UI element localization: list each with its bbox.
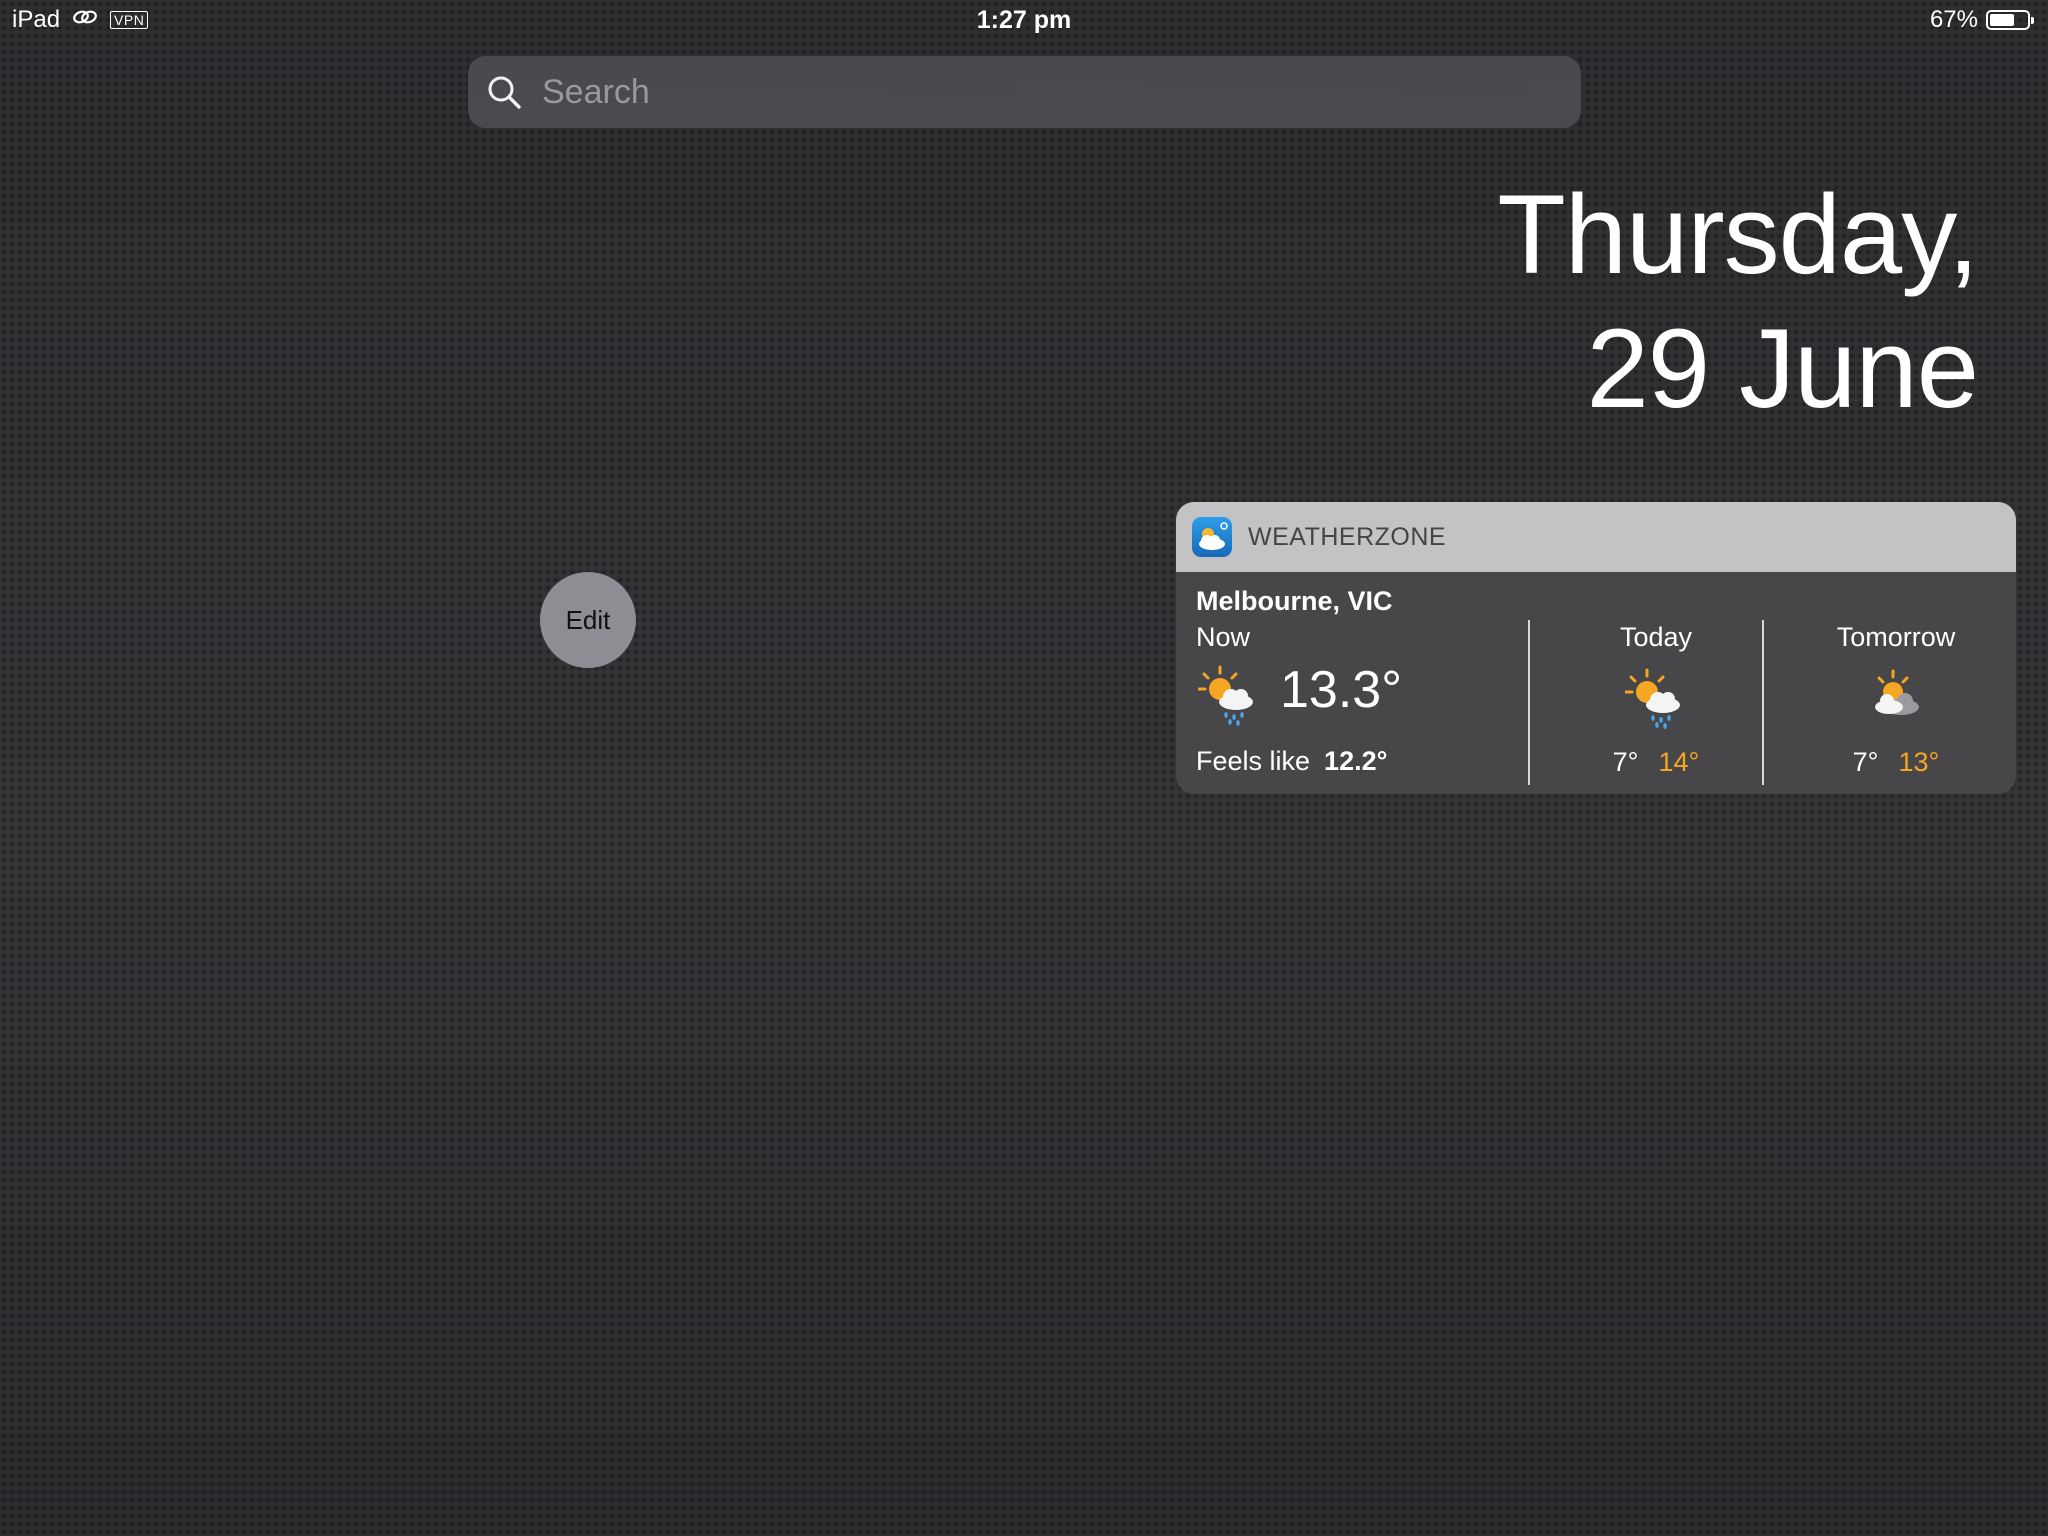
battery-percent: 67% bbox=[1929, 6, 1978, 33]
forecast-tomorrow: Tomorrow 7° 13° bbox=[1816, 622, 1976, 778]
forecast-today: Today 7° 14° bbox=[1586, 622, 1726, 778]
feels-like: Feels like 12.2° bbox=[1196, 746, 1387, 777]
forecast-max-temp: 14° bbox=[1658, 747, 1700, 777]
weatherzone-app-icon bbox=[1192, 517, 1232, 557]
date-heading: Thursday, 29 June bbox=[1497, 168, 1979, 436]
edit-button[interactable]: Edit bbox=[540, 572, 636, 668]
search-input[interactable]: Search bbox=[542, 73, 650, 112]
status-right: 67% bbox=[1929, 6, 2034, 34]
status-bar: iPad VPN 1:27 pm 67% bbox=[0, 0, 2048, 40]
widget-body[interactable]: Melbourne, VIC Now 13.3° Feels like 12.2… bbox=[1176, 572, 2016, 794]
column-divider bbox=[1528, 620, 1530, 785]
date-weekday: Thursday, bbox=[1497, 172, 1979, 297]
current-temperature: 13.3° bbox=[1280, 661, 1403, 719]
column-divider bbox=[1762, 620, 1764, 785]
forecast-temps: 7° 13° bbox=[1816, 747, 1976, 778]
weatherzone-widget[interactable]: WEATHERZONE Melbourne, VIC Now 13.3° Fee… bbox=[1176, 502, 2016, 794]
feels-like-value: 12.2° bbox=[1324, 746, 1388, 776]
sun-cloud-rain-icon bbox=[1197, 664, 1260, 726]
battery-icon bbox=[1986, 10, 2034, 30]
feels-like-label: Feels like bbox=[1196, 746, 1311, 776]
forecast-day-label: Today bbox=[1619, 622, 1693, 652]
forecast-day-label: Tomorrow bbox=[1836, 622, 1956, 652]
status-time: 1:27 pm bbox=[976, 6, 1072, 34]
sun-cloud-icon bbox=[1865, 667, 1927, 729]
sun-cloud-rain-icon bbox=[1624, 667, 1687, 729]
forecast-min-temp: 7° bbox=[1852, 747, 1879, 777]
search-bar[interactable]: Search bbox=[468, 56, 1581, 128]
forecast-max-temp: 13° bbox=[1898, 747, 1940, 777]
now-label: Now bbox=[1196, 622, 1251, 652]
battery-fill bbox=[1990, 14, 2015, 26]
date-day-month: 29 June bbox=[1586, 306, 1979, 431]
location-label: Melbourne, VIC bbox=[1196, 586, 1393, 616]
forecast-temps: 7° 14° bbox=[1586, 747, 1726, 778]
widget-app-name: WEATHERZONE bbox=[1248, 522, 1447, 551]
search-icon bbox=[484, 72, 524, 112]
forecast-min-temp: 7° bbox=[1612, 747, 1639, 777]
widget-header[interactable]: WEATHERZONE bbox=[1176, 502, 2016, 572]
